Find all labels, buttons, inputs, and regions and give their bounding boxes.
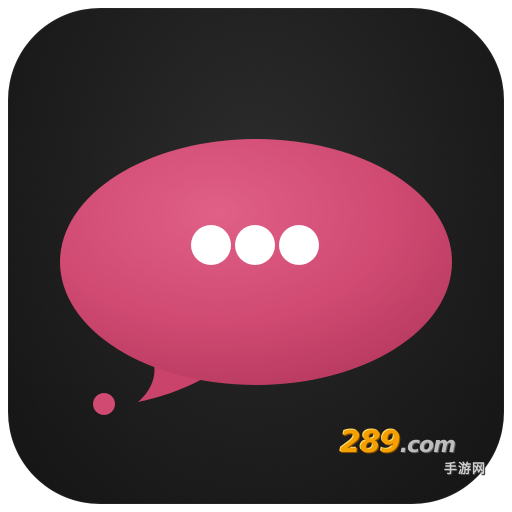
thought-dot <box>93 393 115 415</box>
site-watermark: 289.com 手游网 <box>340 428 490 478</box>
watermark-logo: 289.com <box>340 425 456 461</box>
ellipsis-dot-1 <box>191 225 231 265</box>
watermark-subtitle: 手游网 <box>443 462 486 477</box>
watermark-domain: .com <box>399 433 456 458</box>
ellipsis-dot-3 <box>279 225 319 265</box>
screen: 289.com 手游网 <box>0 0 512 512</box>
watermark-number: 289 <box>340 425 401 460</box>
ellipsis-dot-2 <box>235 225 275 265</box>
